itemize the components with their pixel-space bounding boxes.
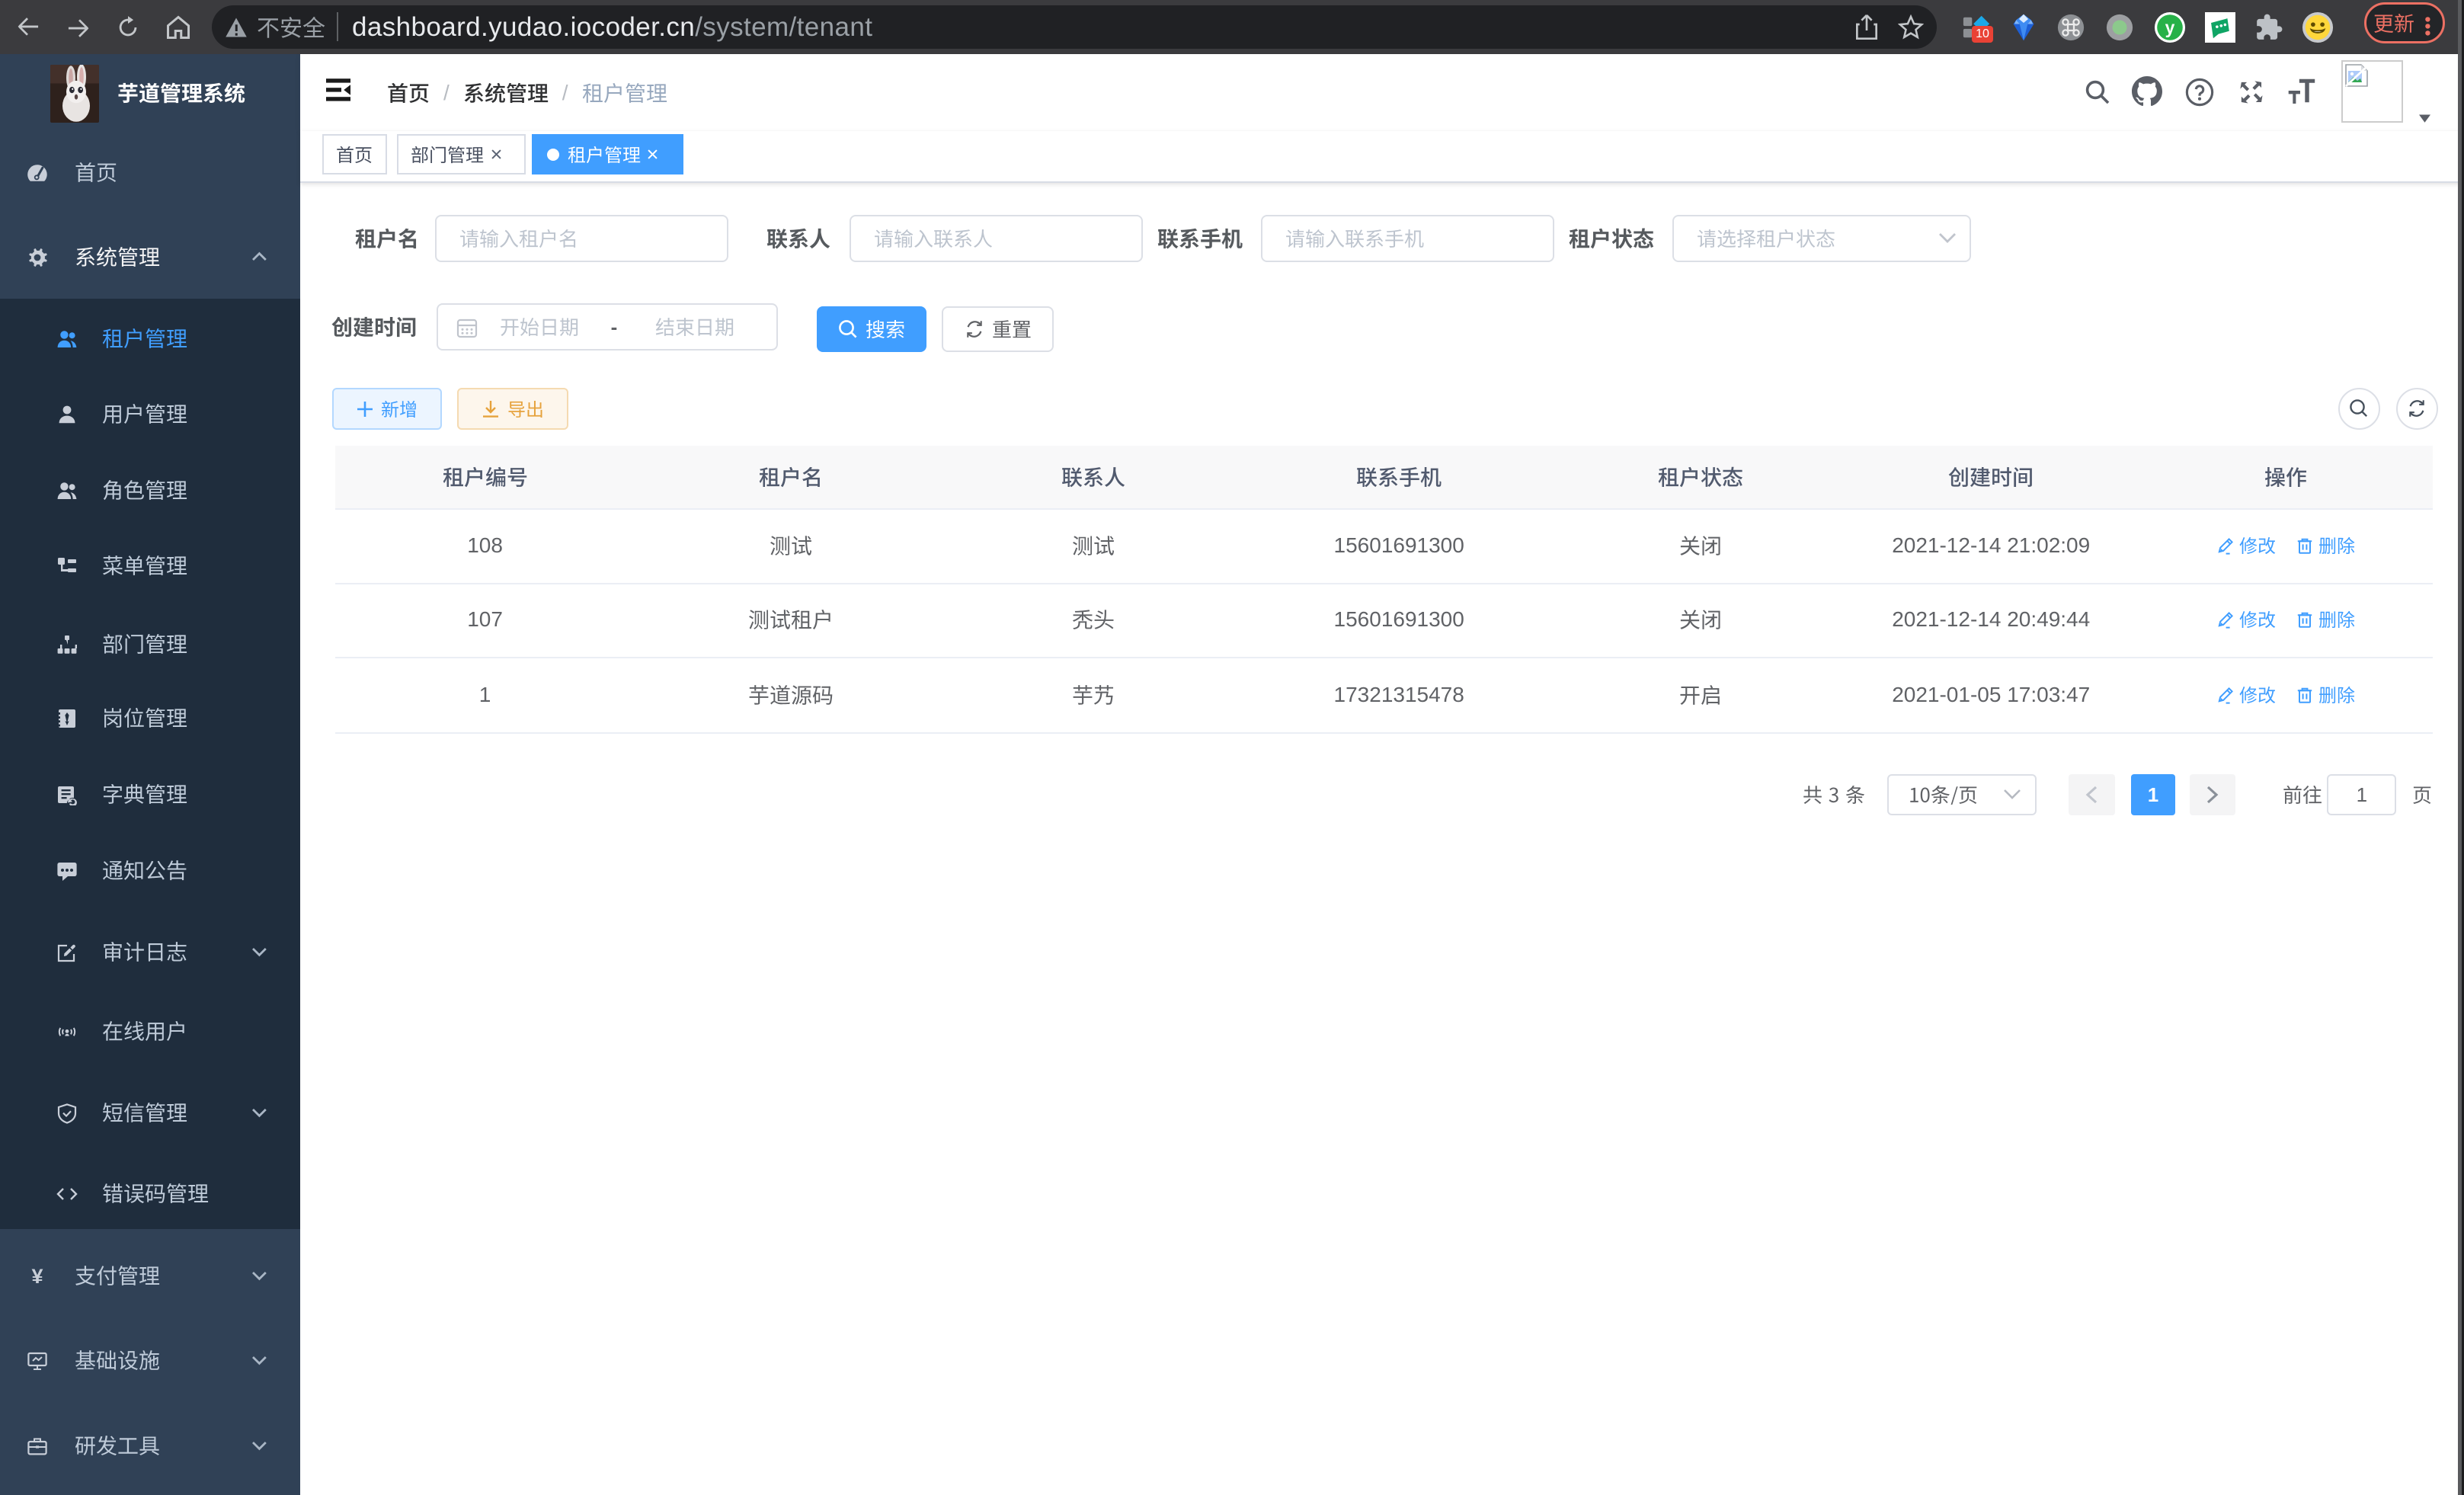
svg-text:y: y: [2165, 18, 2175, 37]
svg-text:¥: ¥: [31, 1266, 43, 1287]
